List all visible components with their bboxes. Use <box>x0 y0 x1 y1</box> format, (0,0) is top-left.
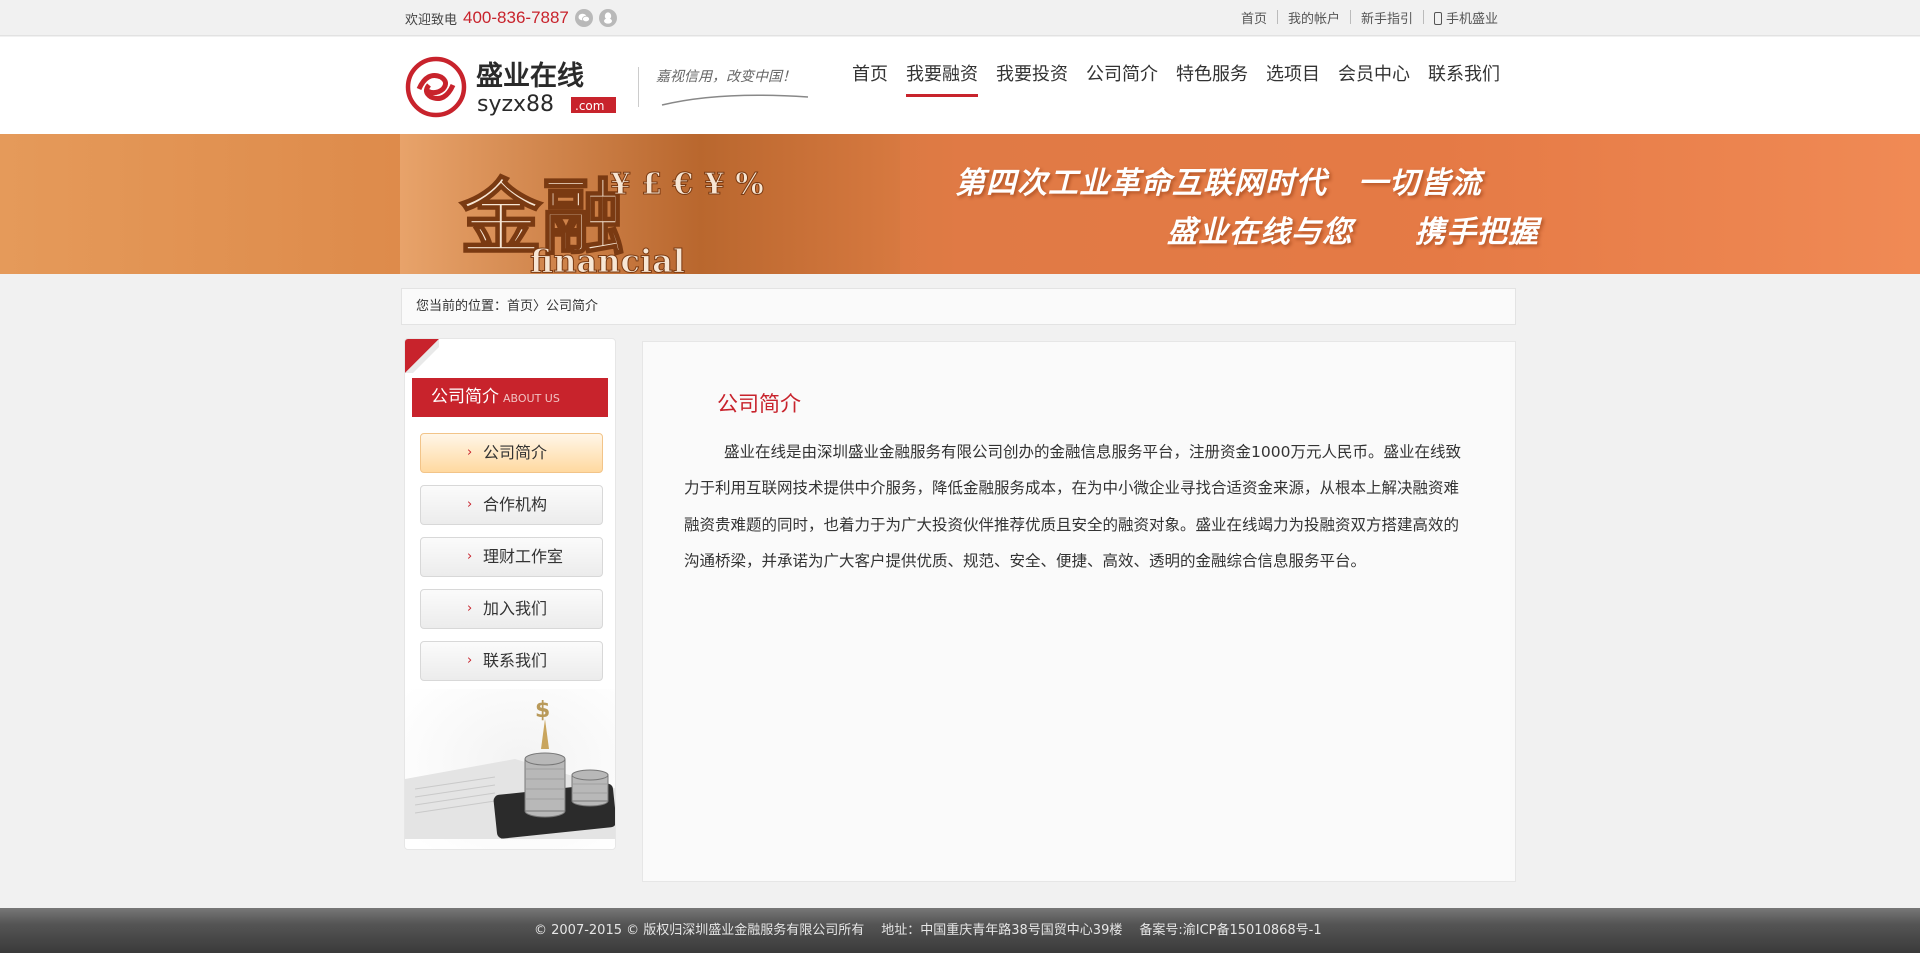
top-bar-contact: 欢迎致电 400-836-7887 <box>405 6 617 30</box>
sidebar-title-en: ABOUT US <box>503 392 560 405</box>
chevron-right-icon: › <box>467 497 473 512</box>
sidebar-menu: › 公司简介 › 合作机构 › 理财工作室 › 加入我们 › 联系我们 <box>420 433 603 693</box>
wechat-icon[interactable] <box>574 9 593 27</box>
nav-item-about[interactable]: 公司简介 <box>1077 61 1167 101</box>
nav-item-projects[interactable]: 选项目 <box>1257 61 1329 101</box>
sidebar-title: 公司简介 ABOUT US <box>412 378 608 417</box>
banner-finance-art: 金融 ¥ £ € ¥ % financial <box>400 134 900 274</box>
breadcrumb-label: 您当前的位置： <box>416 299 508 314</box>
main-content: 公司简介 盛业在线是由深圳盛业金融服务有限公司创办的金融信息服务平台，注册资金1… <box>642 341 1516 882</box>
banner-art-symbols: ¥ £ € ¥ % <box>610 167 764 202</box>
logo-english-name: syzx88 <box>477 92 554 117</box>
top-link-guide[interactable]: 新手指引 <box>1351 8 1423 27</box>
slogan-swoosh <box>661 94 809 106</box>
welcome-text: 欢迎致电 <box>405 12 458 28</box>
divider <box>638 67 639 107</box>
sidebar: 公司简介 ABOUT US › 公司简介 › 合作机构 › 理财工作室 › 加入我们 › 联… <box>404 338 616 850</box>
sidebar-item-partners[interactable]: › 合作机构 <box>420 485 603 525</box>
banner-headline-2: 盛业在线与您 携手把握 <box>1167 215 1539 250</box>
breadcrumb-current: 公司简介 <box>546 299 599 314</box>
sidebar-item-label: 合作机构 <box>483 495 548 514</box>
sidebar-item-studio[interactable]: › 理财工作室 <box>420 537 603 577</box>
sidebar-item-join[interactable]: › 加入我们 <box>420 589 603 629</box>
footer-info: © 2007-2015 © 版权归深圳盛业金融服务有限公司所有 地址：中国重庆青… <box>534 908 1339 953</box>
breadcrumb-home[interactable]: 首页 <box>507 299 533 314</box>
hotline-number: 400-836-7887 <box>463 8 569 27</box>
main-nav: 首页 我要融资 我要投资 公司简介 特色服务 选项目 会员中心 联系我们 <box>843 61 1509 101</box>
corner-fold-icon <box>405 339 439 373</box>
nav-item-invest[interactable]: 我要投资 <box>987 61 1077 101</box>
logo-dotcom: .com <box>575 99 604 113</box>
chevron-right-icon: › <box>467 445 473 460</box>
breadcrumb-separator: 〉 <box>533 299 547 314</box>
site-header: 盛业在线 syzx88 .com 嘉视信用，改变中国！ 首页 我要融资 我要投资… <box>0 37 1920 134</box>
top-bar-links: 首页 我的帐户 新手指引 手机盛业 <box>1231 6 1508 28</box>
header-slogan: 嘉视信用，改变中国！ <box>656 69 796 85</box>
banner-headline-1: 第四次工业革命互联网时代 一切皆流 <box>955 166 1482 201</box>
top-bar: 欢迎致电 400-836-7887 首页 我的帐户 新手指引 手机盛业 <box>0 0 1920 36</box>
sidebar-item-label: 公司简介 <box>483 443 548 462</box>
mobile-phone-icon <box>1433 11 1442 25</box>
site-footer: © 2007-2015 © 版权归深圳盛业金融服务有限公司所有 地址：中国重庆青… <box>0 908 1920 953</box>
footer-copyright: © 2007-2015 © 版权归深圳盛业金融服务有限公司所有 <box>534 923 865 938</box>
chevron-right-icon: › <box>467 653 473 668</box>
top-link-account[interactable]: 我的帐户 <box>1278 8 1350 27</box>
sidebar-item-label: 加入我们 <box>483 599 548 618</box>
qq-icon[interactable] <box>598 9 617 27</box>
logo-chinese-name: 盛业在线 <box>476 61 584 92</box>
chevron-right-icon: › <box>467 601 473 616</box>
footer-address: 地址：中国重庆青年路38号国贸中心39楼 <box>881 923 1123 938</box>
nav-item-financing[interactable]: 我要融资 <box>897 61 987 101</box>
svg-text:$: $ <box>535 698 550 723</box>
site-logo[interactable]: 盛业在线 syzx88 .com <box>405 55 618 119</box>
sidebar-item-contact[interactable]: › 联系我们 <box>420 641 603 681</box>
sidebar-item-label: 联系我们 <box>483 651 548 670</box>
coins-illustration: $ <box>405 689 615 849</box>
nav-item-home[interactable]: 首页 <box>843 61 897 101</box>
top-link-mobile-label: 手机盛业 <box>1445 11 1498 27</box>
nav-item-services[interactable]: 特色服务 <box>1167 61 1257 101</box>
top-link-mobile[interactable]: 手机盛业 <box>1424 8 1508 27</box>
top-link-home[interactable]: 首页 <box>1231 8 1277 27</box>
banner-art-word: financial <box>530 242 685 274</box>
footer-icp[interactable]: 备案号:渝ICP备15010868号-1 <box>1139 908 1321 953</box>
sidebar-item-about[interactable]: › 公司简介 <box>420 433 603 473</box>
hero-banner: 金融 ¥ £ € ¥ % financial 第四次工业革命互联网时代 一切皆流… <box>0 134 1920 274</box>
company-intro-text: 盛业在线是由深圳盛业金融服务有限公司创办的金融信息服务平台，注册资金1000万元… <box>684 443 1461 570</box>
nav-item-contact[interactable]: 联系我们 <box>1419 61 1509 101</box>
chevron-right-icon: › <box>467 549 473 564</box>
nav-item-member[interactable]: 会员中心 <box>1329 61 1419 101</box>
sidebar-title-cn: 公司简介 <box>431 387 499 407</box>
page-title: 公司简介 <box>717 392 801 416</box>
breadcrumb: 您当前的位置：首页〉公司简介 <box>401 288 1516 325</box>
sidebar-item-label: 理财工作室 <box>483 547 564 566</box>
